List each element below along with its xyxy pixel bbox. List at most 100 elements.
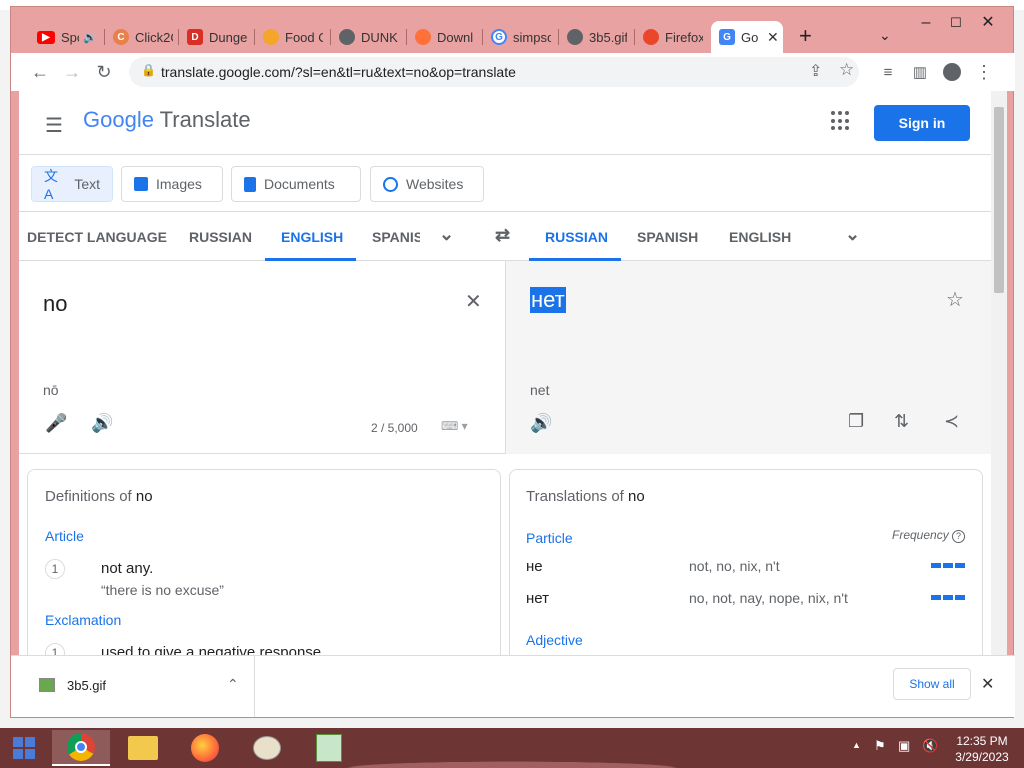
page-scrollbar[interactable]: [991, 91, 1007, 655]
mode-documents-button[interactable]: Documents: [231, 166, 361, 202]
source-lang-english[interactable]: ENGLISH: [281, 229, 343, 245]
taskbar-file-explorer[interactable]: [114, 730, 172, 766]
address-bar[interactable]: 🔒 translate.google.com/?sl=en&tl=ru&text…: [129, 57, 859, 87]
chrome-icon: [67, 733, 95, 761]
volume-muted-icon[interactable]: 🔇: [922, 738, 938, 754]
download-item[interactable]: 3b5.gif ⌃: [21, 656, 255, 717]
share-icon[interactable]: ≺: [944, 411, 959, 432]
target-lang-russian[interactable]: RUSSIAN: [545, 229, 608, 245]
translation-word[interactable]: не: [526, 558, 543, 575]
hamburger-menu-icon[interactable]: ☰: [45, 113, 63, 138]
download-bar: 3b5.gif ⌃ Show all ✕: [11, 655, 1015, 717]
media-queue-icon[interactable]: ≡: [877, 61, 899, 83]
taskbar-firefox[interactable]: [176, 730, 234, 766]
target-lang-spanish[interactable]: SPANISH: [637, 229, 698, 245]
tab-7[interactable]: 3b5.gif: [559, 21, 635, 53]
back-arrow-icon[interactable]: ←: [29, 61, 51, 83]
mode-websites-button[interactable]: Websites: [370, 166, 484, 202]
mode-label: Text: [74, 176, 100, 192]
globe-icon: [567, 29, 583, 45]
click-icon: C: [113, 29, 129, 45]
source-transliteration: nō: [43, 382, 59, 398]
tray-overflow-icon[interactable]: ▲: [852, 740, 861, 750]
forward-arrow-icon[interactable]: →: [61, 61, 83, 83]
bookmark-star-icon[interactable]: ☆: [839, 60, 854, 80]
swap-languages-icon[interactable]: ⇄: [495, 225, 510, 246]
audio-playing-icon[interactable]: 🔊: [83, 31, 97, 44]
google-translate-logo[interactable]: Google Translate: [83, 107, 251, 133]
clear-source-icon[interactable]: ✕: [465, 289, 482, 314]
frequency-label: Frequency ?: [892, 528, 966, 543]
show-all-button[interactable]: Show all: [893, 668, 971, 700]
speaker-icon[interactable]: 🔊: [91, 413, 113, 434]
tab-2[interactable]: D Dungeon: [179, 21, 255, 53]
youtube-icon: ▶: [37, 30, 55, 44]
copy-icon[interactable]: ❐: [848, 411, 864, 432]
tab-1[interactable]: C Click2Co: [105, 21, 179, 53]
close-download-bar-icon[interactable]: ✕: [981, 674, 994, 694]
tab-6[interactable]: G simpsons: [483, 21, 559, 53]
translations-card: Translations of no Particle Frequency ? …: [509, 469, 983, 655]
taskbar-clock[interactable]: 12:35 PM 3/29/2023: [950, 733, 1014, 765]
maximize-icon[interactable]: ☐: [941, 13, 971, 33]
scrollbar-thumb[interactable]: [994, 107, 1004, 293]
taskbar-app[interactable]: [300, 730, 358, 766]
menu-dots-icon[interactable]: ⋮: [973, 61, 995, 83]
tab-active-google-translate[interactable]: G Go ✕: [711, 21, 783, 53]
firefox-icon: [643, 29, 659, 45]
spreadsheet-icon: [316, 734, 342, 762]
microphone-icon[interactable]: 🎤: [45, 413, 67, 434]
target-lang-english[interactable]: ENGLISH: [729, 229, 791, 245]
side-panel-icon[interactable]: ▥: [909, 61, 931, 83]
tab-label: Go: [741, 29, 759, 45]
taskbar-paint[interactable]: [238, 730, 296, 766]
tab-search-chevron-icon[interactable]: ⌄: [879, 27, 891, 44]
definition-text: used to give a negative response.: [101, 644, 326, 655]
profile-avatar-icon[interactable]: [941, 61, 963, 83]
translation-output[interactable]: нет: [530, 287, 566, 313]
sign-in-button[interactable]: Sign in: [874, 105, 970, 141]
speaker-icon[interactable]: 🔊: [530, 413, 552, 434]
share-icon[interactable]: ⇪: [809, 61, 822, 81]
keyboard-icon[interactable]: ⌨ ▾: [441, 419, 468, 433]
source-text-input[interactable]: no: [43, 291, 67, 317]
tab-3[interactable]: Food C: [255, 21, 331, 53]
close-window-icon[interactable]: ✕: [973, 13, 1003, 33]
tab-label: 3b5.gif: [589, 29, 627, 45]
paint-palette-icon: [253, 736, 281, 760]
chevron-up-icon[interactable]: ⌃: [227, 676, 239, 693]
source-more-chevron-icon[interactable]: ⌄: [439, 224, 454, 245]
feedback-icon[interactable]: ⇅: [894, 411, 909, 432]
translation-word[interactable]: нет: [526, 590, 549, 607]
reload-icon[interactable]: ↻: [93, 61, 115, 83]
mode-images-button[interactable]: Images: [121, 166, 223, 202]
save-star-icon[interactable]: ☆: [946, 287, 964, 312]
tab-8[interactable]: Firefox: [635, 21, 711, 53]
start-button[interactable]: [0, 730, 48, 766]
help-icon: ?: [952, 530, 966, 543]
logo-google: Google: [83, 107, 154, 132]
minimize-icon[interactable]: –: [911, 13, 941, 33]
source-lang-russian[interactable]: RUSSIAN: [189, 229, 252, 245]
tab-5[interactable]: Downl: [407, 21, 483, 53]
pos-particle: Particle: [526, 530, 573, 546]
character-count: 2 / 5,000: [371, 421, 418, 435]
translate-icon: 文A: [44, 168, 58, 202]
target-more-chevron-icon[interactable]: ⌄: [845, 224, 860, 245]
tab-strip: ▶ Spotify 🔊 C Click2Co D Dungeon Food C …: [11, 7, 1015, 55]
network-icon[interactable]: ▣: [898, 738, 910, 754]
tab-close-icon[interactable]: ✕: [767, 29, 779, 46]
tab-0[interactable]: ▶ Spotify 🔊: [29, 21, 105, 53]
dungeon-icon: D: [187, 29, 203, 45]
apps-grid-icon[interactable]: [831, 111, 851, 131]
tab-4[interactable]: DUNK: [331, 21, 407, 53]
mode-text-button[interactable]: 文A Text: [31, 166, 113, 202]
source-lang-detect[interactable]: DETECT LANGUAGE: [27, 229, 167, 245]
new-tab-button[interactable]: +: [799, 25, 812, 47]
url-text: translate.google.com/?sl=en&tl=ru&text=n…: [161, 64, 516, 80]
image-icon: [134, 177, 148, 191]
taskbar-chrome[interactable]: [52, 730, 110, 766]
source-lang-spanish[interactable]: SPANIS: [372, 229, 420, 245]
firefox-icon: [191, 734, 219, 762]
flag-icon[interactable]: ⚑: [874, 738, 886, 754]
